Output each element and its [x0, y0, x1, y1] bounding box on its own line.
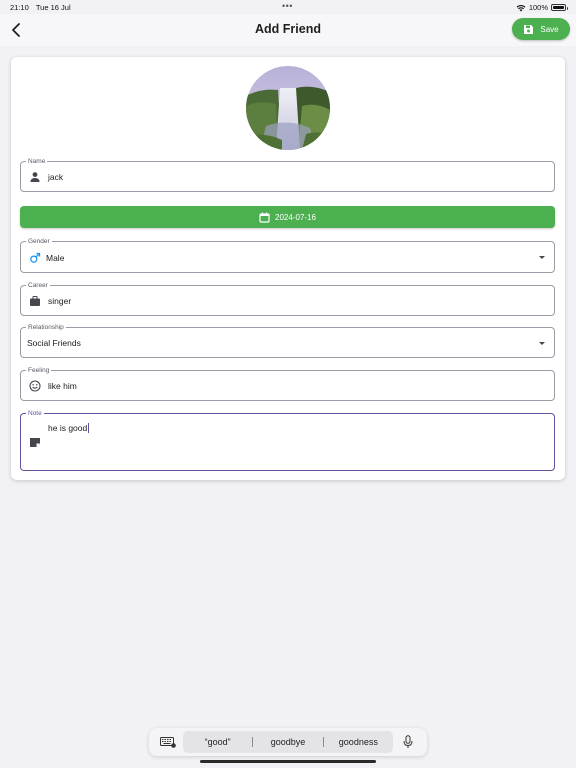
note-label: Note — [26, 409, 44, 418]
gender-dropdown[interactable]: Gender Male — [20, 237, 555, 273]
status-bar: 21:10 Tue 16 Jul ••• 100% — [0, 0, 576, 14]
home-indicator[interactable] — [200, 760, 376, 763]
note-text: he is good — [48, 423, 88, 433]
status-right: 100% — [516, 3, 568, 12]
name-label: Name — [26, 157, 48, 166]
status-time: 21:10 — [10, 3, 29, 12]
multitasking-dots[interactable]: ••• — [282, 1, 293, 11]
microphone-icon[interactable] — [403, 735, 413, 749]
status-date: Tue 16 Jul — [35, 3, 71, 12]
calendar-icon — [259, 212, 270, 223]
note-field[interactable]: Note he is good — [20, 409, 555, 471]
briefcase-icon — [30, 296, 40, 306]
career-field[interactable]: Career singer — [20, 281, 555, 316]
feeling-label: Feeling — [26, 366, 52, 375]
app-bar: Add Friend Save — [0, 14, 576, 46]
name-value: jack — [48, 172, 64, 182]
avatar[interactable] — [246, 66, 330, 150]
save-button[interactable]: Save — [512, 18, 570, 40]
career-value: singer — [48, 296, 72, 306]
note-icon — [30, 438, 40, 447]
save-label: Save — [540, 24, 559, 34]
gender-value: Male — [46, 253, 65, 263]
status-left: 21:10 Tue 16 Jul — [10, 3, 71, 12]
keyboard-icon[interactable] — [160, 736, 176, 748]
avatar-waterfall-image — [246, 66, 330, 150]
suggestion-3[interactable]: goodness — [324, 737, 393, 747]
wifi-icon — [516, 4, 526, 11]
career-label: Career — [26, 281, 50, 290]
dropdown-arrow-icon — [539, 342, 545, 345]
floppy-disk-icon — [524, 24, 534, 34]
dropdown-arrow-icon — [539, 256, 545, 259]
name-field[interactable]: Name jack — [20, 157, 555, 192]
keyboard-suggestion-bar: “good” goodbye goodness — [149, 728, 427, 756]
relationship-dropdown[interactable]: Relationship Social Friends — [20, 323, 555, 358]
feeling-field[interactable]: Feeling like him — [20, 366, 555, 401]
smiley-icon — [29, 380, 41, 392]
suggestion-1[interactable]: “good” — [183, 737, 252, 747]
feeling-value: like him — [48, 381, 77, 391]
battery-percent: 100% — [528, 3, 548, 12]
date-value: 2024-07-16 — [275, 212, 316, 222]
note-value: he is good — [48, 423, 90, 433]
relationship-label: Relationship — [26, 323, 66, 332]
date-picker-button[interactable]: 2024-07-16 — [20, 206, 555, 228]
person-icon — [30, 172, 40, 182]
text-caret — [88, 423, 90, 433]
male-icon — [30, 252, 41, 263]
friend-form-card: Name jack 2024-07-16 Gender Male Career — [11, 57, 565, 480]
relationship-value: Social Friends — [27, 338, 81, 348]
page-title: Add Friend — [255, 22, 321, 36]
suggestion-2[interactable]: goodbye — [253, 737, 322, 747]
gender-label: Gender — [26, 237, 52, 246]
battery-icon — [551, 4, 568, 11]
suggestion-strip: “good” goodbye goodness — [183, 731, 393, 753]
